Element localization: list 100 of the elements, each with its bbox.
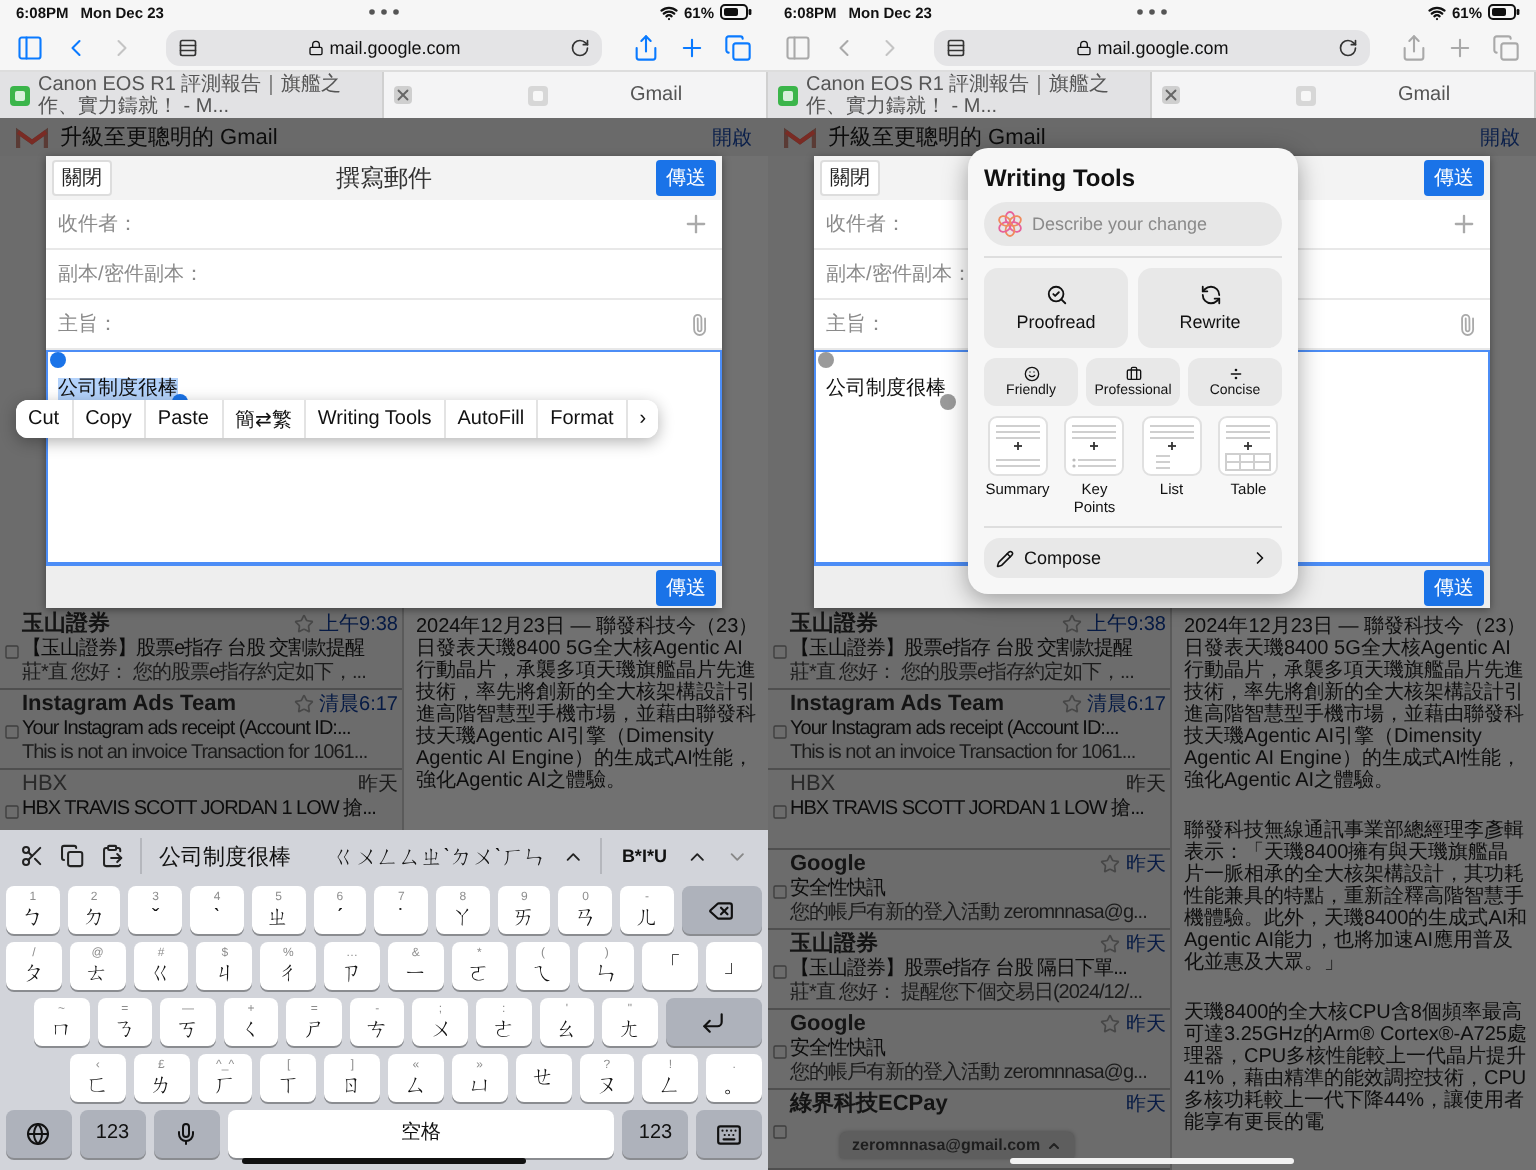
banner-title: 升級至更聰明的 Gmail	[828, 124, 1048, 152]
browser-tab[interactable]: Gmail	[384, 72, 768, 118]
multitasking-dots-icon[interactable]	[1136, 8, 1168, 16]
send-button[interactable]: 傳送	[656, 160, 716, 196]
keyboard-key[interactable]: 「	[642, 942, 699, 990]
email-sender: 玉山證券	[22, 610, 112, 637]
paste-icon[interactable]	[100, 842, 125, 870]
menu-item[interactable]: Paste	[145, 400, 223, 438]
email-snippet: 莊*直 您好： 您的股票e指存約定如下，...	[790, 662, 1134, 686]
delete-key[interactable]	[681, 886, 762, 934]
send-button[interactable]: 傳送	[1424, 569, 1484, 605]
selection-handle-icon[interactable]	[50, 352, 66, 368]
sidebar-icon[interactable]	[784, 33, 812, 61]
plus-icon[interactable]	[678, 33, 706, 61]
selection-handle-icon[interactable]	[818, 352, 834, 368]
checkbox-icon[interactable]	[3, 644, 19, 660]
star-icon[interactable]	[1100, 854, 1120, 874]
menu-item[interactable]: 簡⇄繁	[223, 400, 306, 438]
numbers-key[interactable]: 123	[79, 1110, 146, 1158]
close-icon[interactable]	[1162, 86, 1180, 104]
document-thumbnail-icon	[1064, 416, 1125, 476]
checkbox-icon[interactable]	[771, 964, 787, 980]
rotate-arrow-icon	[1199, 284, 1221, 306]
close-button[interactable]: 關閉	[52, 160, 112, 196]
tool-button[interactable]: Proofread	[984, 268, 1128, 348]
keyboard-key[interactable]: 」	[706, 942, 762, 990]
page-menu-icon[interactable]	[178, 37, 198, 57]
keyboard-dismiss-key[interactable]	[696, 1110, 762, 1158]
article-paragraph: 2024年12月23日 — 聯發科技今（23）日發表天璣8400 5G全大核Agentic AI行動晶片，承襲多項天璣旗艦晶片先進技術，率先將創新的全大核架構設計引進高階智慧型手機市場，並藉由聯發科技天璣Agentic AI引擎（Dimensity Agentic AI Engine）的生成式AI性能，強化Agentic AI之體驗。	[1184, 616, 1528, 792]
scissors-icon[interactable]	[20, 842, 45, 870]
menu-item[interactable]: Format	[538, 400, 628, 438]
checkbox-icon[interactable]	[771, 804, 787, 820]
microphone-key[interactable]	[153, 1110, 220, 1158]
star-icon[interactable]	[1100, 1014, 1120, 1034]
checkbox-icon[interactable]	[3, 804, 19, 820]
checkbox-icon[interactable]	[771, 724, 787, 740]
sidebar-icon[interactable]	[16, 33, 44, 61]
mail-logo-icon	[16, 125, 48, 149]
lock-icon	[307, 39, 324, 55]
phonetic-reading: ㄍㄨㄥㄙㄓˋㄉㄨˋㄏㄣ	[332, 843, 546, 871]
reload-icon[interactable]	[570, 37, 590, 57]
page-menu-icon[interactable]	[946, 37, 966, 57]
star-icon[interactable]	[293, 614, 314, 634]
banner-title: 升級至更聰明的 Gmail	[60, 124, 280, 152]
checkbox-icon[interactable]	[771, 1124, 787, 1140]
address-bar[interactable]: mail.google.com	[166, 29, 602, 65]
menu-item[interactable]: Writing Tools	[305, 400, 446, 438]
share-icon[interactable]	[1400, 33, 1428, 61]
article-paragraph: 聯發科技無線通訊事業部總經理李彥輯表示：「天璣8400擁有與天璣旗艦晶片一脈相承的全大核架構設計，其功耗性能兼具的特點，重新詮釋高階智慧手機體驗。此外，天璣8400的生成式AI和Agentic AI能力，也將加速AI應用普及化並惠及大眾。」	[1184, 820, 1528, 974]
email-subject: Your Instagram ads receipt (Account ID:...	[22, 718, 351, 742]
star-icon[interactable]	[293, 694, 314, 714]
numbers-key[interactable]: 123	[622, 1110, 689, 1158]
space-key[interactable]: 空格	[227, 1110, 615, 1158]
email-time: 清晨6:17	[1087, 691, 1166, 718]
tabs-icon[interactable]	[724, 33, 752, 61]
address-bar[interactable]: mail.google.com	[934, 29, 1370, 65]
menu-item[interactable]: Copy	[73, 400, 146, 438]
popover-title: Writing Tools	[984, 164, 1138, 192]
return-key[interactable]	[665, 998, 763, 1046]
star-icon[interactable]	[1061, 694, 1082, 714]
format-button[interactable]: B*I*U	[617, 846, 671, 866]
star-icon[interactable]	[1100, 934, 1120, 954]
checkbox-icon[interactable]	[771, 644, 787, 660]
email-sender: 玉山證券	[790, 610, 880, 637]
smiley-icon	[1023, 366, 1039, 382]
wifi-icon	[659, 3, 678, 21]
tabs-icon[interactable]	[1492, 33, 1520, 61]
dialog-title: 撰寫郵件	[336, 161, 432, 195]
send-button[interactable]: 傳送	[1424, 160, 1484, 196]
close-icon[interactable]	[394, 86, 412, 104]
tab-title: Gmail	[1395, 84, 1453, 106]
checkbox-icon[interactable]	[3, 724, 19, 740]
email-subject: HBX TRAVIS SCOTT JORDAN 1 LOW 搶...	[22, 798, 376, 822]
close-button[interactable]: 關閉	[820, 160, 880, 196]
site-icon	[528, 85, 548, 105]
send-button[interactable]: 傳送	[656, 569, 716, 605]
tool-button[interactable]: Rewrite	[1138, 268, 1282, 348]
plus-icon[interactable]	[1446, 33, 1474, 61]
compose-button[interactable]: Compose	[984, 538, 1282, 578]
checkbox-icon[interactable]	[771, 884, 787, 900]
keyboard-key[interactable]: ㄝ	[515, 1054, 571, 1102]
plus-icon[interactable]	[1450, 210, 1478, 238]
multitasking-dots-icon[interactable]	[368, 8, 400, 16]
menu-item[interactable]: AutoFill	[445, 400, 539, 438]
email-subject: 【玉山證券】股票e指存 台股 交割款提醒	[790, 638, 1133, 661]
selection-handle-icon[interactable]	[940, 394, 956, 410]
describe-change-field[interactable]: Describe your change	[984, 202, 1282, 246]
reload-icon[interactable]	[1338, 37, 1358, 57]
email-sender: HBX	[22, 770, 70, 798]
email-snippet: 莊*直 您好： 您的股票e指存約定如下，...	[22, 662, 366, 686]
globe-key[interactable]	[6, 1110, 72, 1158]
browser-tab[interactable]: Gmail	[1152, 72, 1536, 118]
candidate-word[interactable]: 公司制度很棒	[158, 841, 291, 871]
menu-item[interactable]: Cut	[16, 400, 74, 438]
battery-icon	[1488, 4, 1520, 20]
copy-icon[interactable]	[60, 842, 85, 870]
share-icon[interactable]	[632, 33, 660, 61]
star-icon[interactable]	[1061, 614, 1082, 634]
checkbox-icon[interactable]	[771, 1044, 787, 1060]
plus-icon[interactable]	[682, 210, 710, 238]
